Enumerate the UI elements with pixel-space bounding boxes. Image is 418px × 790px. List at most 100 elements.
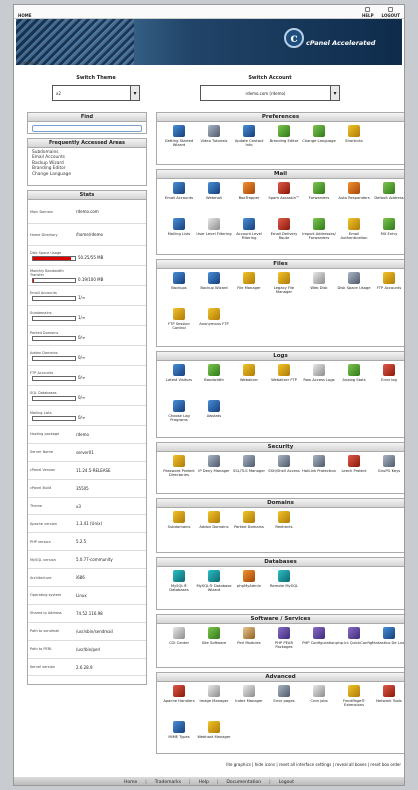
section-item[interactable]: Parked Domains xyxy=(231,511,267,529)
section-item[interactable]: Perl Modules xyxy=(231,627,267,645)
section-item[interactable]: GnuPG Keys xyxy=(371,455,404,473)
home-link[interactable]: HOME xyxy=(18,7,31,18)
section-item[interactable]: SSL/TLS Manager xyxy=(231,455,267,473)
section-item[interactable]: Webhost Manager xyxy=(196,721,232,739)
section-item[interactable]: Webmail xyxy=(196,182,232,200)
section-item[interactable]: Index Manager xyxy=(231,685,267,703)
bottom-nav-documentation[interactable]: Documentation xyxy=(226,780,261,785)
section-item[interactable]: Webalizer FTP xyxy=(266,364,302,382)
section-item[interactable]: MySQL® Database Wizard xyxy=(196,570,232,593)
stats-row-text: 0/∞ xyxy=(78,375,86,381)
section-item[interactable]: Password Protect Directories xyxy=(161,455,197,478)
section-item[interactable]: Addon Domains xyxy=(196,511,232,529)
section-item[interactable]: Auto Responders xyxy=(336,182,372,200)
section-item[interactable]: FTP Session Control xyxy=(161,308,197,331)
section-item[interactable]: Import Addresses/ Forwarders xyxy=(301,218,337,241)
section-item[interactable]: MIME Types xyxy=(161,721,197,739)
switch-account-select[interactable]: rdemo.com (rdemo) ▾ xyxy=(200,85,340,101)
find-input[interactable] xyxy=(32,125,142,132)
logout-button[interactable]: LOGOUT xyxy=(382,7,400,18)
help-button[interactable]: HELP xyxy=(362,7,374,18)
section-item[interactable]: BoxTrapper xyxy=(231,182,267,200)
section-item[interactable]: Getting Started Wizard xyxy=(161,125,197,148)
section-item[interactable]: Redirects xyxy=(266,511,302,529)
section-item[interactable]: Email Accounts xyxy=(161,182,197,200)
bottom-nav-logout[interactable]: Logout xyxy=(279,780,294,785)
section-item[interactable]: Shortcuts xyxy=(336,125,372,143)
section-item[interactable]: Change Language xyxy=(301,125,337,143)
section-item[interactable]: Email Delivery Route xyxy=(266,218,302,241)
section-item[interactable]: IP Deny Manager xyxy=(196,455,232,473)
section-item[interactable]: Video Tutorials xyxy=(196,125,232,143)
section-item-label: Perl Modules xyxy=(237,641,261,645)
section-item[interactable]: Awstats xyxy=(196,400,232,418)
section-item-label: Raw Access Logs xyxy=(303,378,335,382)
section-item[interactable]: FTP Accounts xyxy=(371,272,404,290)
footer-link[interactable]: reveal all boxes xyxy=(335,762,366,767)
stats-row-label: Main Domain xyxy=(30,209,54,214)
autoresponder-icon xyxy=(348,182,360,194)
section-item[interactable]: User Level Filtering xyxy=(196,218,232,236)
section-item[interactable]: Legacy File Manager xyxy=(266,272,302,295)
section-item[interactable]: File Manager xyxy=(231,272,267,290)
section-item[interactable]: Disk Space Usage xyxy=(336,272,372,290)
section-item[interactable]: Site Software xyxy=(196,627,232,645)
section-item[interactable]: Branding Editor xyxy=(266,125,302,143)
section-item[interactable]: HotLink Protection xyxy=(301,455,337,473)
section-item[interactable]: Backups xyxy=(161,272,197,290)
section-item[interactable]: Default Address xyxy=(371,182,404,200)
footer-link[interactable]: hide icons xyxy=(255,762,275,767)
section-item[interactable]: Forwarders xyxy=(301,182,337,200)
section-item[interactable]: Backup Wizard xyxy=(196,272,232,290)
section-item[interactable]: Analog Stats xyxy=(336,364,372,382)
section-item[interactable]: Latest Visitors xyxy=(161,364,197,382)
switch-theme-select[interactable]: x2 ▾ xyxy=(52,85,140,101)
section-item[interactable]: PHP PEAR Packages xyxy=(266,627,302,650)
section-item[interactable]: Account Level Filtering xyxy=(231,218,267,241)
section-item[interactable]: Email Authentication xyxy=(336,218,372,241)
section-item[interactable]: Bandwidth xyxy=(196,364,232,382)
section-item[interactable]: Web Disk xyxy=(301,272,337,290)
footer-link[interactable]: lite graphics xyxy=(226,762,251,767)
section-item[interactable]: CGI Center xyxy=(161,627,197,645)
section-item-label: Forwarders xyxy=(308,196,330,200)
section-item[interactable]: Cron jobs xyxy=(301,685,337,703)
wizard-icon xyxy=(173,125,185,137)
section-item[interactable]: Fantastico De Luxe xyxy=(371,627,404,645)
section-item[interactable]: Webalizer xyxy=(231,364,267,382)
section-item[interactable]: Mailing Lists xyxy=(161,218,197,236)
section-item-label: MySQL® Database Wizard xyxy=(196,584,232,593)
faa-link[interactable]: Change Language xyxy=(32,172,142,177)
section-item[interactable]: FrontPage® Extensions xyxy=(336,685,372,708)
section-item[interactable]: PHP Configuration xyxy=(301,627,337,645)
section-item[interactable]: Network Tools xyxy=(371,685,404,703)
footer-link[interactable]: reset box order xyxy=(370,762,401,767)
section-item[interactable]: Image Manager xyxy=(196,685,232,703)
section-item[interactable]: MySQL® Databases xyxy=(161,570,197,593)
section-item[interactable]: phpMyAdmin xyxy=(231,570,267,588)
bottom-nav-trademarks[interactable]: Trademarks xyxy=(155,780,181,785)
bottom-nav-home[interactable]: Home xyxy=(124,780,137,785)
section-item[interactable]: Leech Protect xyxy=(336,455,372,473)
section-item[interactable]: Error pages xyxy=(266,685,302,703)
section-item[interactable]: Apache Handlers xyxy=(161,685,197,703)
footer-link[interactable]: reset all interface settings xyxy=(279,762,331,767)
section-item[interactable]: Raw Access Logs xyxy=(301,364,337,382)
stats-row-value: i686 xyxy=(76,575,85,581)
chevron-down-icon[interactable]: ▾ xyxy=(130,86,139,100)
section-item[interactable]: Spam Assassin™ xyxy=(266,182,302,200)
section-item[interactable]: MX Entry xyxy=(371,218,404,236)
remote-mysql-icon xyxy=(278,570,290,582)
section-item-label: Webalizer FTP xyxy=(271,378,297,382)
section-item[interactable]: Update Contact Info xyxy=(231,125,267,148)
section-item-label: Index Manager xyxy=(235,699,263,703)
section-item[interactable]: Remote MySQL xyxy=(266,570,302,588)
section-item[interactable]: Subdomains xyxy=(161,511,197,529)
section-item[interactable]: Error log xyxy=(371,364,404,382)
bottom-nav-help[interactable]: Help xyxy=(199,780,209,785)
chevron-down-icon[interactable]: ▾ xyxy=(330,86,339,100)
section-item[interactable]: Anonymous FTP xyxy=(196,308,232,326)
section-item[interactable]: SSH/Shell Access xyxy=(266,455,302,473)
section-item[interactable]: php.ini QuickConfig xyxy=(336,627,372,645)
section-item[interactable]: Choose Log Programs xyxy=(161,400,197,423)
